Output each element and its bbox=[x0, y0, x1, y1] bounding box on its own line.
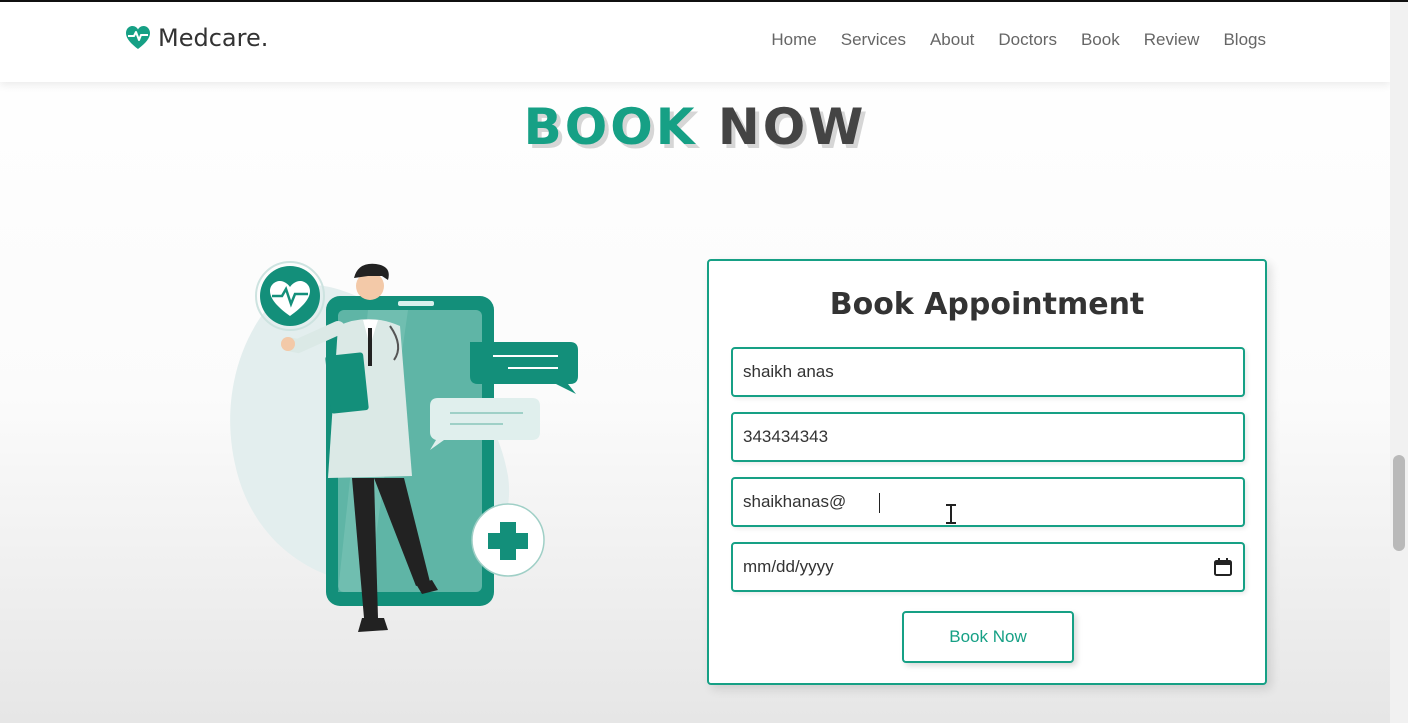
section-heading: BOOK NOW bbox=[0, 98, 1390, 156]
nav-about[interactable]: About bbox=[930, 30, 974, 50]
text-cursor-icon bbox=[946, 504, 956, 524]
scrollbar-thumb[interactable] bbox=[1393, 455, 1405, 551]
heart-pulse-icon bbox=[126, 26, 150, 49]
email-value: shaikhanas@ bbox=[743, 492, 847, 511]
nav-doctors[interactable]: Doctors bbox=[998, 30, 1057, 50]
date-input[interactable]: mm/dd/yyyy bbox=[731, 542, 1245, 592]
name-input[interactable] bbox=[731, 347, 1245, 397]
nav-services[interactable]: Services bbox=[841, 30, 906, 50]
page-scrollbar[interactable] bbox=[1390, 2, 1408, 723]
nav-home[interactable]: Home bbox=[771, 30, 816, 50]
email-input[interactable]: shaikhanas@ bbox=[731, 477, 1245, 527]
book-now-button[interactable]: Book Now bbox=[902, 611, 1074, 663]
calendar-icon[interactable] bbox=[1213, 557, 1233, 577]
booking-form: Book Appointment shaikhanas@ mm/dd/yyyy … bbox=[707, 259, 1267, 685]
nav-blogs[interactable]: Blogs bbox=[1223, 30, 1266, 50]
number-input[interactable] bbox=[731, 412, 1245, 462]
date-placeholder: mm/dd/yyyy bbox=[743, 557, 834, 576]
heading-word-book: BOOK bbox=[523, 98, 698, 156]
main-nav: Home Services About Doctors Book Review … bbox=[771, 30, 1266, 50]
heading-word-now: NOW bbox=[717, 98, 867, 156]
nav-book[interactable]: Book bbox=[1081, 30, 1120, 50]
form-title: Book Appointment bbox=[829, 287, 1145, 322]
site-header: Medcare. Home Services About Doctors Boo… bbox=[0, 2, 1390, 82]
text-caret bbox=[879, 493, 880, 513]
brand-name: Medcare. bbox=[158, 24, 269, 52]
doctor-phone-illustration bbox=[230, 261, 578, 632]
nav-review[interactable]: Review bbox=[1144, 30, 1200, 50]
brand-logo[interactable]: Medcare. bbox=[124, 24, 268, 52]
